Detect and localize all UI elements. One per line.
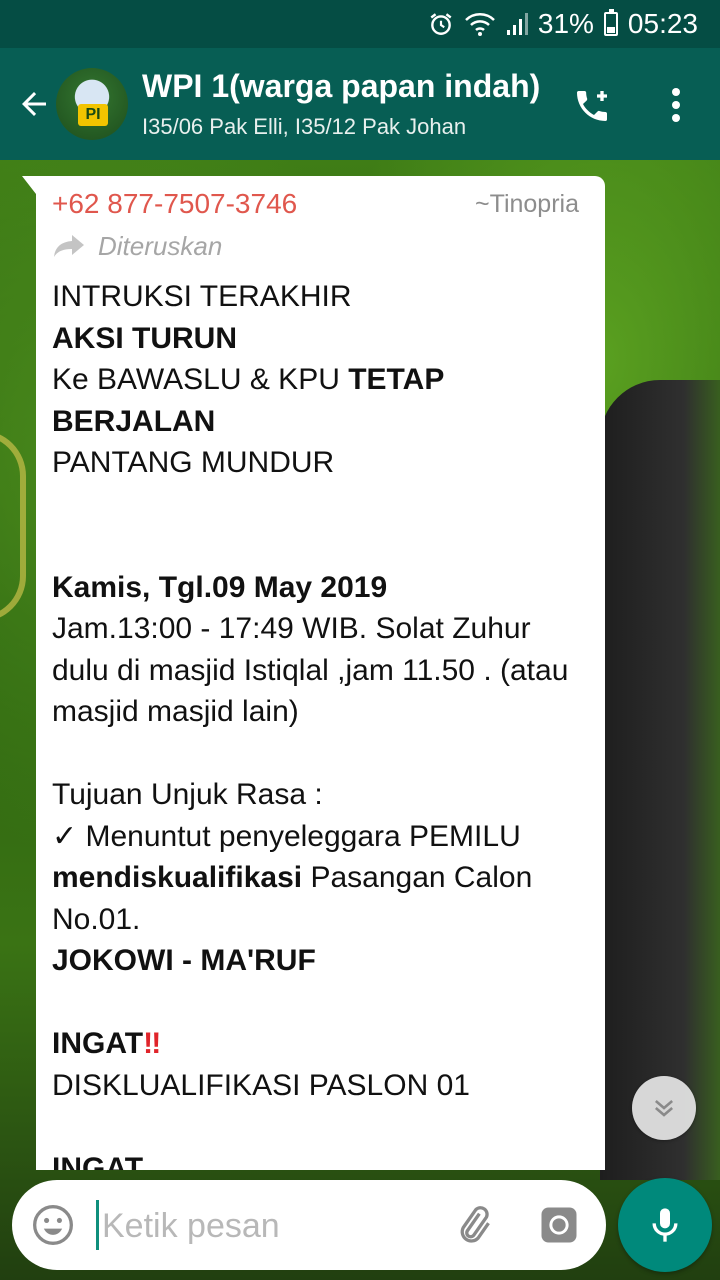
clock: 05:23 — [627, 8, 698, 39]
forward-arrow-icon — [54, 235, 84, 257]
message-line: INTRUKSI TERAKHIR — [52, 280, 352, 313]
wallpaper-swirl — [0, 430, 26, 622]
back-button[interactable] — [12, 82, 56, 126]
message-line: INGAT — [52, 1151, 144, 1171]
message-line: Jam.13:00 - 17:49 WIB. Solat Zuhur dulu … — [52, 612, 569, 728]
avatar-badge: PI — [78, 104, 108, 126]
chat-header: PI WPI 1(warga papan indah) I35/06 Pak E… — [0, 48, 720, 160]
chat-members[interactable]: I35/06 Pak Elli, I35/12 Pak Johan — [142, 114, 542, 140]
camera-icon — [541, 1207, 577, 1243]
sender-phone[interactable]: +62 877-7507-3746 — [52, 188, 297, 220]
smiley-icon — [33, 1205, 73, 1245]
message-line: DISKLUALIFIKASI PASLON 01 — [52, 1068, 470, 1102]
message-line: INGAT‼ — [52, 1027, 161, 1060]
message-bubble[interactable]: +62 877-7507-3746 ~Tinopria Diteruskan I… — [36, 176, 605, 1170]
message-composer — [12, 1180, 606, 1270]
arrow-left-icon — [22, 92, 46, 116]
voice-message-button[interactable] — [618, 1178, 712, 1272]
chat-title[interactable]: WPI 1(warga papan indah) — [142, 68, 552, 105]
message-line: Kamis, Tgl.09 May 2019 — [52, 570, 388, 604]
message-line: AKSI TURUN — [52, 321, 237, 355]
battery-percent: 31% — [537, 8, 594, 39]
add-call-button[interactable] — [566, 84, 618, 128]
sender-row: +62 877-7507-3746 ~Tinopria — [52, 186, 605, 226]
message-input[interactable] — [100, 1196, 434, 1256]
wifi-icon — [464, 11, 496, 37]
battery-icon — [603, 9, 618, 36]
text-caret — [96, 1200, 99, 1250]
more-vert-icon — [672, 88, 680, 122]
sender-name: ~Tinopria — [475, 190, 579, 218]
bubble-tail — [22, 176, 36, 194]
message-line: JOKOWI - MA'RUF — [52, 944, 316, 977]
double-exclamation-emoji: ‼ — [143, 1027, 161, 1060]
camera-button[interactable] — [536, 1202, 582, 1248]
more-options-button[interactable] — [654, 80, 698, 130]
double-chevron-down-icon — [654, 1100, 674, 1117]
group-avatar[interactable]: PI — [56, 68, 128, 140]
emoji-button[interactable] — [30, 1202, 76, 1248]
forwarded-indicator: Diteruskan — [52, 226, 605, 266]
microphone-icon — [652, 1208, 678, 1242]
scroll-to-bottom-button[interactable] — [632, 1076, 696, 1140]
phone-plus-icon — [577, 91, 607, 121]
paperclip-icon — [460, 1206, 490, 1243]
message-line: mendiskualifikasi Pasangan Calon No.01. — [52, 861, 533, 936]
message-text: INTRUKSI TERAKHIR AKSI TURUN Ke BAWASLU … — [52, 276, 605, 1170]
signal-icon — [506, 12, 528, 36]
message-line: Ke BAWASLU & KPU TETAP BERJALAN — [52, 363, 444, 438]
message-line: Tujuan Unjuk Rasa : — [52, 778, 323, 811]
alarm-icon — [428, 11, 454, 37]
forwarded-label: Diteruskan — [98, 230, 223, 261]
status-bar: 31% 05:23 — [0, 0, 720, 48]
message-line: PANTANG MUNDUR — [52, 446, 335, 479]
wallpaper-shape — [600, 380, 720, 1180]
message-line: ✓ Menuntut penyeleggara PEMILU — [52, 819, 521, 853]
attach-button[interactable] — [450, 1202, 496, 1248]
